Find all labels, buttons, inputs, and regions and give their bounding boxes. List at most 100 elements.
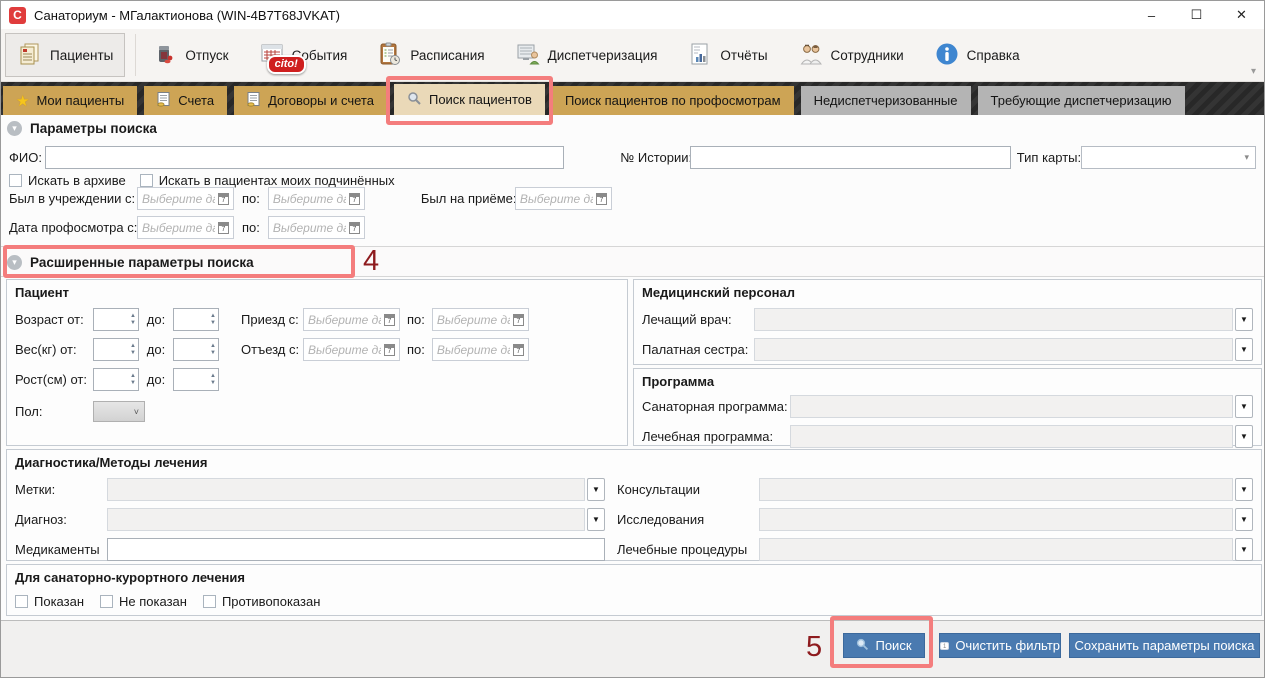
tab-contracts[interactable]: Договоры и счета [234, 86, 387, 115]
gender-dropdown[interactable]: ˅ [93, 401, 145, 422]
toolbar-schedules-button[interactable]: Расписания [365, 33, 496, 77]
toolbar-reports-button[interactable]: Отчёты [675, 33, 779, 77]
arrival-from-datepicker[interactable]: Выберите дат7 [303, 308, 400, 331]
tab-my-patients[interactable]: ★ Мои пациенты [3, 86, 137, 115]
medications-input[interactable] [107, 538, 605, 561]
spin-up-icon[interactable]: ▲ [130, 313, 136, 319]
minimize-button[interactable]: – [1129, 1, 1174, 29]
close-button[interactable]: ✕ [1219, 1, 1264, 29]
spin-up-icon[interactable]: ▲ [210, 373, 216, 379]
toolbar-dispatch-button[interactable]: Диспетчеризация [503, 33, 670, 77]
toolbar-vacation-label: Отпуск [185, 48, 228, 63]
spin-down-icon[interactable]: ▼ [210, 320, 216, 326]
arrival-to-label: по: [407, 312, 425, 327]
card-type-dropdown[interactable]: ▾ [1081, 146, 1256, 169]
research-combo-button[interactable]: ▼ [1235, 508, 1253, 531]
collapse-icon[interactable]: ▾ [7, 255, 22, 270]
spin-down-icon[interactable]: ▼ [130, 350, 136, 356]
departure-to-datepicker[interactable]: Выберите дат7 [432, 338, 529, 361]
archive-checkbox[interactable]: Искать в архиве [9, 173, 126, 188]
calendar-icon[interactable]: 7 [513, 344, 524, 356]
contraindicated-checkbox[interactable]: Противопоказан [203, 594, 320, 609]
fio-input[interactable] [45, 146, 565, 169]
toolbar-vacation-button[interactable]: Отпуск [140, 33, 240, 77]
tab-profexam-search[interactable]: Поиск пациентов по профосмотрам [552, 86, 794, 115]
calendar-icon[interactable]: 7 [513, 314, 524, 326]
spin-down-icon[interactable]: ▼ [130, 380, 136, 386]
calendar-icon[interactable]: 7 [349, 222, 360, 234]
diagnosis-combo[interactable] [107, 508, 585, 531]
calendar-icon[interactable]: 7 [349, 193, 360, 205]
tags-combo-button[interactable]: ▼ [587, 478, 605, 501]
save-search-params-button[interactable]: Сохранить параметры поиска [1069, 633, 1260, 658]
in-facility-label: Был в учреждении с: [9, 191, 137, 206]
tab-requiring-dispatch[interactable]: Требующие диспетчеризацию [978, 86, 1185, 115]
collapse-icon[interactable]: ▾ [7, 121, 22, 136]
weight-to-spinner[interactable]: ▲▼ [173, 338, 219, 361]
procedures-combo-button[interactable]: ▼ [1235, 538, 1253, 561]
toolbar-help-button[interactable]: Справка [922, 33, 1032, 77]
spin-down-icon[interactable]: ▼ [210, 350, 216, 356]
consultations-combo[interactable] [759, 478, 1233, 501]
not-indicated-checkbox[interactable]: Не показан [100, 594, 187, 609]
tags-combo[interactable] [107, 478, 585, 501]
treatment-program-combo[interactable] [790, 425, 1233, 448]
advanced-params-header[interactable]: ▾ Расширенные параметры поиска 4 [1, 246, 1264, 277]
toolbar-overflow-icon[interactable]: ▾ [1251, 66, 1256, 77]
treatment-program-combo-button[interactable]: ▼ [1235, 425, 1253, 448]
nurse-combo[interactable] [754, 338, 1233, 361]
spin-up-icon[interactable]: ▲ [210, 343, 216, 349]
procedures-combo[interactable] [759, 538, 1233, 561]
height-to-spinner[interactable]: ▲▼ [173, 368, 219, 391]
calendar-icon[interactable]: 7 [218, 193, 229, 205]
sanatorium-program-combo[interactable] [790, 395, 1233, 418]
spin-up-icon[interactable]: ▲ [210, 313, 216, 319]
search-params-header[interactable]: ▾ Параметры поиска [7, 121, 157, 136]
clear-filter-button[interactable]: 1 Очистить фильтр [939, 633, 1061, 658]
spin-down-icon[interactable]: ▼ [130, 320, 136, 326]
profexam-to-datepicker[interactable]: Выберите дат 7 [268, 216, 365, 239]
dropdown-arrow-icon: ▼ [1240, 515, 1248, 524]
search-button[interactable]: Поиск [843, 633, 925, 658]
height-from-spinner[interactable]: ▲▼ [93, 368, 139, 391]
in-facility-to-datepicker[interactable]: Выберите дат 7 [268, 187, 365, 210]
toolbar-patients-button[interactable]: Пациенты [5, 33, 125, 77]
diagnosis-combo-button[interactable]: ▼ [587, 508, 605, 531]
consultations-combo-button[interactable]: ▼ [1235, 478, 1253, 501]
checkbox-icon[interactable] [100, 595, 113, 608]
subordinates-checkbox[interactable]: Искать в пациентах моих подчинённых [140, 173, 395, 188]
weight-from-spinner[interactable]: ▲▼ [93, 338, 139, 361]
spin-up-icon[interactable]: ▲ [130, 373, 136, 379]
toolbar-staff-button[interactable]: Сотрудники [786, 33, 916, 77]
sanatorium-program-combo-button[interactable]: ▼ [1235, 395, 1253, 418]
age-to-spinner[interactable]: ▲▼ [173, 308, 219, 331]
checkbox-icon[interactable] [15, 595, 28, 608]
calendar-icon[interactable]: 7 [596, 193, 607, 205]
calendar-icon[interactable]: 7 [384, 344, 395, 356]
doctor-combo[interactable] [754, 308, 1233, 331]
doctor-combo-button[interactable]: ▼ [1235, 308, 1253, 331]
tab-undispatched[interactable]: Недиспетчеризованные [801, 86, 971, 115]
in-facility-from-datepicker[interactable]: Выберите дат 7 [137, 187, 234, 210]
toolbar-events-button[interactable]: cito! События [247, 33, 360, 77]
indicated-checkbox[interactable]: Показан [15, 594, 84, 609]
spin-up-icon[interactable]: ▲ [130, 343, 136, 349]
maximize-button[interactable]: ☐ [1174, 1, 1219, 29]
age-from-spinner[interactable]: ▲▼ [93, 308, 139, 331]
research-combo[interactable] [759, 508, 1233, 531]
spin-down-icon[interactable]: ▼ [210, 380, 216, 386]
profexam-from-datepicker[interactable]: Выберите дат 7 [137, 216, 234, 239]
nurse-combo-button[interactable]: ▼ [1235, 338, 1253, 361]
checkbox-icon[interactable] [140, 174, 153, 187]
arrival-to-datepicker[interactable]: Выберите дат7 [432, 308, 529, 331]
calendar-icon[interactable]: 7 [218, 222, 229, 234]
calendar-icon[interactable]: 7 [384, 314, 395, 326]
departure-from-datepicker[interactable]: Выберите дат7 [303, 338, 400, 361]
history-number-input[interactable] [690, 146, 1010, 169]
checkbox-icon[interactable] [203, 595, 216, 608]
checkbox-icon[interactable] [9, 174, 22, 187]
dropdown-arrow-icon: ▼ [1240, 432, 1248, 441]
tab-patient-search[interactable]: Поиск пациентов [394, 84, 545, 115]
tab-invoices[interactable]: Счета [144, 86, 227, 115]
appointment-datepicker[interactable]: Выберите дат 7 [515, 187, 612, 210]
